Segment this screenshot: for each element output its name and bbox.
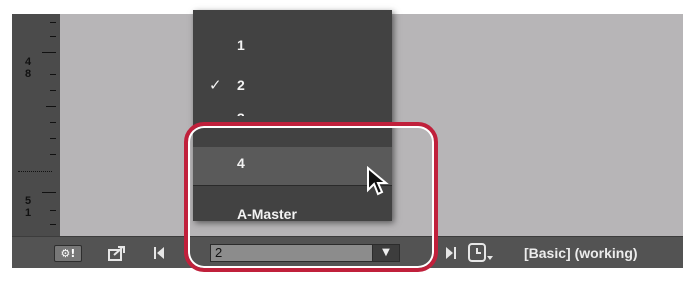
ruler-tick: [50, 36, 56, 37]
menu-item-page-1[interactable]: 1: [193, 31, 392, 59]
ruler-marker: [18, 171, 52, 172]
first-page-icon[interactable]: [152, 246, 166, 263]
clock-icon[interactable]: [468, 243, 496, 266]
vertical-ruler: 4 8 5 1: [12, 14, 61, 236]
ruler-label: 5: [24, 195, 32, 207]
ruler-tick: [50, 224, 56, 225]
ruler-tick: [42, 192, 56, 193]
mouse-pointer-icon: [366, 165, 390, 203]
ruler-label: 4: [24, 56, 32, 68]
last-page-icon[interactable]: [444, 246, 458, 263]
callout-highlight: [184, 122, 438, 272]
ruler-tick: [50, 74, 56, 75]
menu-item-page-2[interactable]: ✓ 2: [193, 71, 392, 99]
menu-item-page-3[interactable]: 3: [193, 106, 392, 116]
share-icon[interactable]: [108, 246, 126, 264]
ruler-tick: [50, 122, 56, 123]
preflight-button[interactable]: ⚙!: [54, 245, 82, 262]
ruler-tick: [50, 210, 56, 211]
ruler-tick: [46, 106, 56, 107]
ruler-tick: [50, 90, 56, 91]
ruler-label: 1: [24, 207, 32, 219]
ruler-tick: [50, 22, 56, 23]
ruler-tick: [42, 52, 56, 53]
checkmark-icon: ✓: [209, 76, 222, 94]
ruler-label: 8: [24, 68, 32, 80]
gear-icon: ⚙!: [60, 247, 76, 260]
ruler-tick: [50, 154, 56, 155]
document-status[interactable]: [Basic] (working): [524, 244, 638, 262]
ruler-tick: [50, 138, 56, 139]
